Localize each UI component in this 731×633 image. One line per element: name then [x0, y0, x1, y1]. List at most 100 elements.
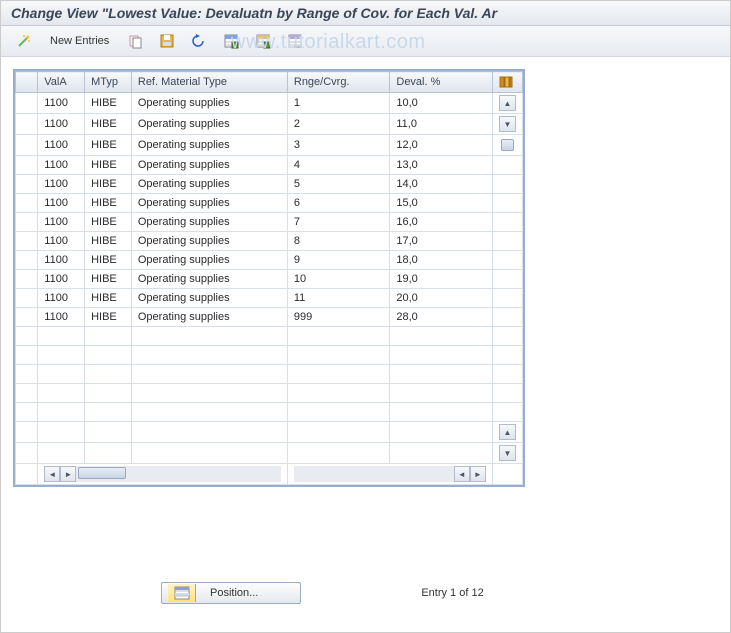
cell-deval[interactable]: 16,0	[390, 213, 493, 232]
cell-mtyp[interactable]: HIBE	[85, 194, 132, 213]
vscroll-down-button[interactable]: ▼	[499, 116, 516, 132]
col-header-mtyp[interactable]: MTyp	[85, 72, 132, 93]
cell-ref[interactable]: Operating supplies	[131, 270, 287, 289]
row-selector[interactable]	[16, 443, 38, 464]
hscroll-right-button[interactable]: ►	[60, 466, 76, 482]
cell-deval[interactable]: 18,0	[390, 251, 493, 270]
cell-deval[interactable]	[390, 384, 493, 403]
row-selector[interactable]	[16, 327, 38, 346]
cell-mtyp[interactable]	[85, 443, 132, 464]
cell-deval[interactable]: 12,0	[390, 135, 493, 156]
cell-ref[interactable]	[131, 443, 287, 464]
row-selector[interactable]	[16, 308, 38, 327]
vscroll-up-button-bottom[interactable]: ▲	[499, 424, 516, 440]
hscroll-right-button-2[interactable]: ►	[470, 466, 486, 482]
undo-button[interactable]	[184, 30, 214, 52]
cell-mtyp[interactable]	[85, 327, 132, 346]
cell-deval[interactable]	[390, 346, 493, 365]
cell-mtyp[interactable]: HIBE	[85, 114, 132, 135]
cell-rnge[interactable]: 6	[287, 194, 390, 213]
cell-ref[interactable]: Operating supplies	[131, 135, 287, 156]
cell-ref[interactable]	[131, 384, 287, 403]
cell-deval[interactable]: 15,0	[390, 194, 493, 213]
vscroll-down-button-bottom[interactable]: ▼	[499, 445, 516, 461]
cell-mtyp[interactable]: HIBE	[85, 156, 132, 175]
cell-vala[interactable]: 1100	[38, 289, 85, 308]
cell-mtyp[interactable]	[85, 422, 132, 443]
cell-deval[interactable]: 10,0	[390, 93, 493, 114]
cell-rnge[interactable]: 4	[287, 156, 390, 175]
cell-ref[interactable]: Operating supplies	[131, 251, 287, 270]
vscroll-thumb[interactable]	[501, 139, 514, 151]
cell-rnge[interactable]	[287, 365, 390, 384]
cell-ref[interactable]	[131, 403, 287, 422]
cell-vala[interactable]: 1100	[38, 270, 85, 289]
cell-rnge[interactable]: 7	[287, 213, 390, 232]
cell-mtyp[interactable]: HIBE	[85, 93, 132, 114]
col-header-rnge[interactable]: Rnge/Cvrg.	[287, 72, 390, 93]
vscroll-up-button[interactable]: ▲	[499, 95, 516, 111]
cell-vala[interactable]: 1100	[38, 213, 85, 232]
cell-ref[interactable]	[131, 422, 287, 443]
cell-ref[interactable]: Operating supplies	[131, 213, 287, 232]
row-selector[interactable]	[16, 135, 38, 156]
cell-mtyp[interactable]: HIBE	[85, 270, 132, 289]
cell-deval[interactable]	[390, 422, 493, 443]
cell-ref[interactable]	[131, 346, 287, 365]
row-selector[interactable]	[16, 403, 38, 422]
cell-vala[interactable]: 1100	[38, 175, 85, 194]
cell-ref[interactable]: Operating supplies	[131, 289, 287, 308]
position-button[interactable]: Position...	[161, 582, 301, 604]
cell-vala[interactable]	[38, 346, 85, 365]
cell-deval[interactable]	[390, 443, 493, 464]
cell-vala[interactable]: 1100	[38, 194, 85, 213]
cell-ref[interactable]: Operating supplies	[131, 156, 287, 175]
hscroll-track-2[interactable]	[294, 466, 454, 482]
cell-rnge[interactable]	[287, 327, 390, 346]
cell-vala[interactable]: 1100	[38, 156, 85, 175]
row-selector[interactable]	[16, 156, 38, 175]
cell-mtyp[interactable]	[85, 403, 132, 422]
row-selector[interactable]	[16, 232, 38, 251]
cell-vala[interactable]	[38, 365, 85, 384]
hscroll-thumb[interactable]	[78, 467, 126, 479]
cell-rnge[interactable]: 5	[287, 175, 390, 194]
cell-deval[interactable]: 17,0	[390, 232, 493, 251]
row-selector[interactable]	[16, 346, 38, 365]
cell-mtyp[interactable]: HIBE	[85, 135, 132, 156]
row-selector-header[interactable]	[16, 72, 38, 93]
cell-rnge[interactable]	[287, 384, 390, 403]
cell-rnge[interactable]: 8	[287, 232, 390, 251]
table-settings-button[interactable]	[280, 30, 310, 52]
deselect-all-button[interactable]	[248, 30, 278, 52]
row-selector[interactable]	[16, 93, 38, 114]
cell-vala[interactable]: 1100	[38, 308, 85, 327]
cell-rnge[interactable]: 1	[287, 93, 390, 114]
cell-vala[interactable]: 1100	[38, 93, 85, 114]
cell-ref[interactable]: Operating supplies	[131, 175, 287, 194]
new-entries-button[interactable]: New Entries	[41, 30, 118, 52]
select-all-button[interactable]	[216, 30, 246, 52]
cell-mtyp[interactable]: HIBE	[85, 213, 132, 232]
cell-deval[interactable]: 13,0	[390, 156, 493, 175]
cell-vala[interactable]	[38, 422, 85, 443]
cell-ref[interactable]: Operating supplies	[131, 194, 287, 213]
cell-mtyp[interactable]: HIBE	[85, 251, 132, 270]
cell-rnge[interactable]	[287, 443, 390, 464]
toggle-button[interactable]	[9, 30, 39, 52]
row-selector[interactable]	[16, 213, 38, 232]
cell-vala[interactable]: 1100	[38, 135, 85, 156]
col-header-ref[interactable]: Ref. Material Type	[131, 72, 287, 93]
row-selector[interactable]	[16, 251, 38, 270]
cell-ref[interactable]	[131, 327, 287, 346]
cell-rnge[interactable]: 10	[287, 270, 390, 289]
hscroll-left-button-2[interactable]: ◄	[454, 466, 470, 482]
row-selector[interactable]	[16, 270, 38, 289]
cell-vala[interactable]	[38, 403, 85, 422]
cell-deval[interactable]: 19,0	[390, 270, 493, 289]
cell-vala[interactable]	[38, 384, 85, 403]
cell-mtyp[interactable]: HIBE	[85, 308, 132, 327]
cell-vala[interactable]: 1100	[38, 114, 85, 135]
cell-deval[interactable]: 11,0	[390, 114, 493, 135]
row-selector[interactable]	[16, 422, 38, 443]
